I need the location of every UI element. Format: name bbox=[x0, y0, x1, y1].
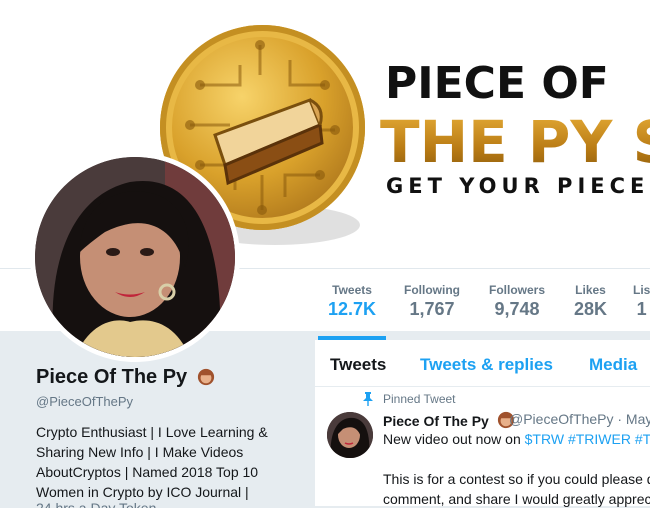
profile-bio-continued: 24 hrs a Day Token bbox=[36, 500, 157, 508]
stat-label: Following bbox=[404, 283, 460, 297]
stat-label: Lis bbox=[633, 283, 650, 297]
woman-emoji-icon bbox=[197, 368, 214, 386]
banner-title-line1: PIECE OF bbox=[385, 58, 609, 109]
tweet-text-line3: comment, and share I would greatly appre… bbox=[383, 491, 650, 507]
tweet-author-name-text: Piece Of The Py bbox=[383, 413, 489, 429]
tweet-hashtag-links[interactable]: $TRW #TRIWER #Triv bbox=[525, 431, 650, 447]
tweet-author-handle-date[interactable]: @PieceOfThePy · May bbox=[509, 411, 650, 427]
stat-lists[interactable]: Lis 1 bbox=[633, 283, 650, 320]
pin-icon bbox=[363, 392, 373, 406]
stat-value: 1 bbox=[636, 299, 647, 319]
banner-tagline: GET YOUR PIECE O bbox=[386, 174, 650, 198]
tab-media[interactable]: Media bbox=[589, 355, 637, 375]
banner-title-line2: THE PY S bbox=[380, 108, 650, 176]
tab-tweets[interactable]: Tweets bbox=[330, 355, 386, 375]
stat-followers[interactable]: Followers 9,748 bbox=[489, 283, 545, 320]
profile-name[interactable]: Piece Of The Py bbox=[36, 366, 215, 389]
profile-info: Piece Of The Py @PieceOfThePy Crypto Ent… bbox=[0, 330, 312, 508]
stat-value: 28K bbox=[574, 299, 608, 319]
tweet-text-line2: This is for a contest so if you could pl… bbox=[383, 471, 650, 487]
timeline: Tweets Tweets & replies Media Pinned Twe… bbox=[315, 340, 650, 507]
profile-handle[interactable]: @PieceOfThePy bbox=[36, 394, 133, 409]
stat-tweets[interactable]: Tweets 12.7K bbox=[318, 283, 387, 340]
stat-likes[interactable]: Likes 28K bbox=[574, 283, 607, 320]
pinned-tweet-label: Pinned Tweet bbox=[383, 392, 456, 406]
stat-following[interactable]: Following 1,767 bbox=[404, 283, 460, 320]
profile-bio: Crypto Enthusiast | I Love Learning & Sh… bbox=[36, 424, 268, 500]
timeline-tabs: Tweets Tweets & replies Media bbox=[315, 340, 650, 387]
pinned-tweet[interactable]: Pinned Tweet Piece Of The Py @PieceOfThe… bbox=[315, 387, 650, 507]
tweet-text-prefix: New video out now on bbox=[383, 431, 525, 447]
tweet-author-name[interactable]: Piece Of The Py bbox=[383, 411, 515, 429]
stat-value: 9,748 bbox=[494, 299, 540, 319]
tweet-text-line1: New video out now on $TRW #TRIWER #Triv bbox=[383, 431, 650, 447]
stat-label: Followers bbox=[489, 283, 546, 297]
stat-value: 1,767 bbox=[409, 299, 455, 319]
profile-name-text: Piece Of The Py bbox=[36, 366, 188, 388]
stat-label: Tweets bbox=[332, 283, 372, 297]
stat-label: Likes bbox=[575, 283, 606, 297]
stat-value: 12.7K bbox=[328, 299, 377, 319]
tweet-author-avatar[interactable] bbox=[327, 412, 373, 458]
tab-tweets-and-replies[interactable]: Tweets & replies bbox=[420, 355, 553, 375]
